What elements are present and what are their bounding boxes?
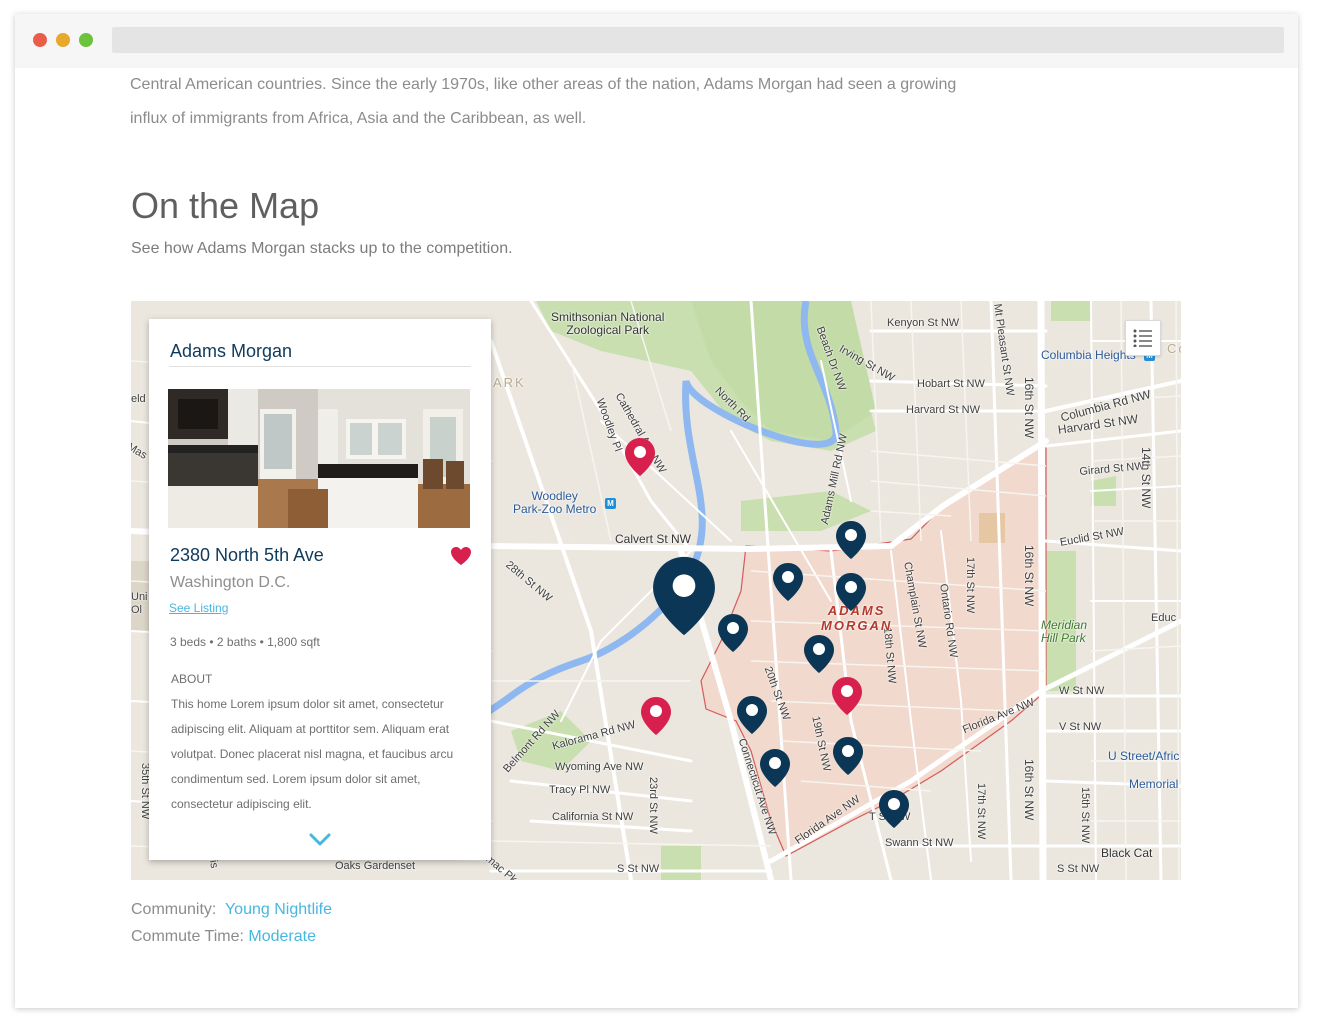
minimize-window-button[interactable] [56, 33, 70, 47]
map-label-california: California St NW [552, 811, 634, 823]
community-label: Community: [131, 901, 217, 918]
map-label-oaks: Oaks Gardenset [335, 860, 416, 872]
map-label-14th: 14th St NW [1139, 447, 1153, 509]
map-label-co: Co [1167, 341, 1181, 356]
map-label-black-cat: Black Cat [1101, 846, 1153, 860]
intro-line-1: Central American countries. Since the ea… [130, 76, 957, 93]
commute-label: Commute Time: [131, 928, 244, 945]
map-pin-navy[interactable] [717, 613, 749, 653]
map-pin-navy[interactable] [835, 520, 867, 560]
maximize-window-button[interactable] [79, 33, 93, 47]
community-value: Young Nightlife [224, 901, 333, 918]
map-pin-navy[interactable] [772, 562, 804, 602]
map-label-uni-text: Uni Ol [131, 591, 148, 616]
close-window-button[interactable] [33, 33, 47, 47]
map-label-kenyon: Kenyon St NW [887, 317, 960, 329]
neighborhood-map[interactable]: Smithsonian National Zoological Park Ken… [131, 301, 1181, 880]
map-label-v-st: V St NW [1059, 721, 1102, 733]
browser-window: Central American countries. Since the ea… [15, 14, 1298, 1008]
map-label-zoo: Smithsonian National Zoological Park [551, 311, 664, 337]
map-label-w-st: W St NW [1059, 685, 1105, 697]
favorite-heart-icon[interactable] [450, 546, 472, 566]
chevron-down-icon[interactable] [309, 833, 331, 852]
map-pin-navy[interactable] [759, 748, 791, 788]
list-view-toggle[interactable] [1125, 320, 1161, 356]
address-bar[interactable] [112, 27, 1284, 53]
map-label-tracy: Tracy Pl NW [549, 784, 611, 796]
listing-specs: 3 beds • 2 baths • 1,800 sqft [170, 635, 320, 649]
map-label-uni: Uni Ol [131, 591, 148, 617]
map-pin-selected[interactable] [651, 554, 717, 638]
map-label-23rd: 23rd St NW [647, 777, 659, 834]
listing-photo[interactable] [168, 389, 470, 528]
map-label-educ: Educ [1151, 612, 1177, 624]
map-label-17th-2: 17th St NW [975, 783, 987, 840]
map-label-17th: 17th St NW [964, 557, 976, 614]
commute-value: Moderate [248, 928, 316, 945]
map-pin-navy[interactable] [835, 572, 867, 612]
map-label-meridian: Meridian Hill Park [1041, 619, 1087, 645]
map-label-woodley-metro: Woodley Park-Zoo Metro [513, 490, 596, 516]
intro-text: Central American countries. Since the ea… [130, 68, 990, 136]
map-label-16th-2: 16th St NW [1022, 545, 1036, 607]
map-label-hobart: Hobart St NW [917, 378, 985, 390]
community-row: Community: Young Nightlife [131, 901, 332, 919]
map-pin-red[interactable] [831, 676, 863, 716]
map-label-15th: 15th St NW [1079, 787, 1091, 844]
listing-city: Washington D.C. [170, 574, 291, 591]
section-subtitle: See how Adams Morgan stacks up to the co… [131, 240, 513, 257]
listing-address: 2380 North 5th Ave [170, 545, 324, 565]
map-pin-navy[interactable] [803, 634, 835, 674]
intro-line-2: influx of immigrants from Africa, Asia a… [130, 110, 587, 127]
map-pin-red[interactable] [624, 437, 656, 477]
listing-card: Adams Morgan 2380 North 5th Ave Washingt… [149, 319, 491, 860]
map-pin-red[interactable] [640, 696, 672, 736]
see-listing-link[interactable]: See Listing [169, 601, 228, 615]
map-label-16th-3: 16th St NW [1022, 759, 1036, 821]
map-label-woodley-metro-text: Woodley Park-Zoo Metro [513, 489, 597, 516]
map-pin-navy[interactable] [736, 695, 768, 735]
map-label-ark: ARK [493, 375, 526, 390]
map-label-swann: Swann St NW [885, 837, 954, 849]
card-neighborhood-title: Adams Morgan [170, 341, 293, 361]
map-label-zoo-text: Smithsonian National Zoological Park [551, 310, 665, 337]
map-label-calvert: Calvert St NW [615, 532, 692, 546]
map-label-meridian-text: Meridian Hill Park [1041, 618, 1088, 645]
list-icon [1133, 329, 1152, 347]
map-label-u-street: U Street/Afric [1108, 749, 1180, 763]
about-text: This home Lorem ipsum dolor sit amet, co… [171, 697, 454, 811]
map-label-16th-1: 16th St NW [1022, 377, 1036, 439]
about-heading: ABOUT [171, 672, 213, 686]
map-label-s-st-2: S St NW [1057, 863, 1100, 875]
map-label-wyoming: Wyoming Ave NW [555, 761, 644, 773]
kitchen-photo-image [168, 389, 470, 528]
map-pin-navy[interactable] [832, 736, 864, 776]
browser-chrome [15, 14, 1298, 68]
map-label-memorial: Memorial [1129, 777, 1179, 791]
map-pin-navy[interactable] [878, 789, 910, 829]
commute-row: Commute Time: Moderate [131, 928, 316, 946]
section-title: On the Map [131, 185, 320, 226]
map-label-s-st: S St NW [617, 863, 660, 875]
map-label-harvard: Harvard St NW [906, 404, 980, 416]
metro-icon: M [605, 498, 616, 509]
map-label-columbia-heights: Columbia Heights [1041, 348, 1136, 362]
card-divider [169, 366, 471, 367]
